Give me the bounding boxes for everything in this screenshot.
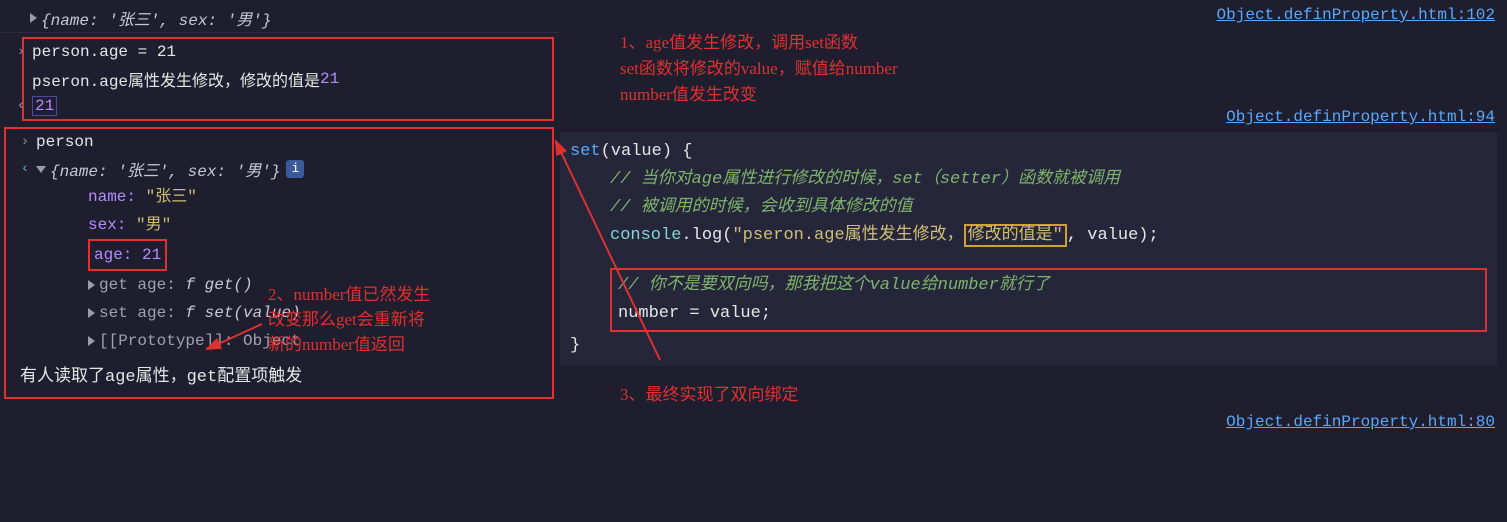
prop-value: "张三" — [146, 188, 197, 206]
prop-key: name: — [88, 188, 136, 206]
annotation-line: 1、age值发生修改，调用set函数 — [620, 30, 1507, 56]
expand-icon[interactable] — [30, 13, 37, 23]
code-call: .log( — [681, 226, 732, 245]
highlight-box-3: // 你不是要双向吗，那我把这个value给number就行了 number =… — [610, 268, 1487, 332]
code-block: set(value) { // 当你对age属性进行修改的时候，set（sett… — [560, 132, 1497, 366]
prop-key: sex: — [88, 216, 126, 234]
annotation-2: 2、number值已然发生 改变那么get会重新将 新的number值返回 — [268, 282, 430, 357]
console-input-text: person.age = 21 — [32, 43, 176, 61]
code-line: set(value) { — [570, 138, 1487, 166]
info-icon[interactable]: i — [286, 160, 304, 178]
input-prompt-icon: › — [10, 44, 32, 60]
console-return-value: 21 — [32, 96, 57, 116]
code-brace-close: } — [570, 332, 1487, 360]
output-prompt-icon: ‹ — [14, 161, 36, 177]
annotation-1: 1、age值发生修改，调用set函数 set函数将修改的value，赋值给num… — [560, 24, 1507, 108]
console-log-value: 21 — [320, 70, 339, 88]
object-summary: {name: '张三', sex: '男'} — [41, 6, 271, 30]
code-comment: // 当你对age属性进行修改的时候，set（setter）函数就被调用 — [570, 166, 1487, 194]
console-log-row: pseron.age属性发生修改，修改的值是 21 — [24, 65, 552, 93]
code-obj: console — [610, 226, 681, 245]
console-return-row: ‹ 21 — [24, 93, 552, 119]
console-input-text-2: person — [36, 133, 94, 151]
object-expanded-row[interactable]: ‹ {name: '张三', sex: '男'} i — [6, 155, 552, 183]
code-string-highlight: 修改的值是" — [964, 224, 1067, 247]
annotation-line: set函数将修改的value，赋值给number — [620, 56, 1507, 82]
source-link[interactable]: Object.definProperty.html:102 — [1217, 6, 1495, 24]
source-link-row: Object.definProperty.html:102 — [560, 0, 1507, 24]
output-prompt-icon: ‹ — [10, 98, 32, 114]
prop-key: age: — [94, 246, 132, 264]
code-comment: // 被调用的时候，会收到具体修改的值 — [570, 194, 1487, 222]
source-link-row: Object.definProperty.html:94 — [560, 108, 1507, 126]
code-keyword: set — [570, 142, 601, 161]
code-string: "pseron.age属性发生修改， — [732, 226, 963, 245]
annotation-line: 改变那么get会重新将 — [268, 307, 430, 332]
console-log-bottom: 有人读取了age属性，get配置项触发 — [6, 355, 552, 393]
console-input-row[interactable]: › person.age = 21 — [24, 39, 552, 65]
object-summary-2: {name: '张三', sex: '男'} — [50, 157, 280, 181]
right-panel: Object.definProperty.html:102 1、age值发生修改… — [560, 0, 1507, 431]
expand-icon[interactable] — [88, 280, 95, 290]
annotation-line: number值发生改变 — [620, 82, 1507, 108]
highlight-age-prop: age: 21 — [88, 239, 167, 271]
code-params: (value) — [601, 142, 683, 161]
code-assign: number = value; — [618, 300, 1479, 328]
code-brace: { — [682, 142, 692, 161]
annotation-line: 2、number值已然发生 — [268, 282, 430, 307]
annotation-3: 3、最终实现了双向绑定 — [560, 372, 1507, 405]
getter-label: get age: — [99, 276, 185, 294]
source-link[interactable]: Object.definProperty.html:80 — [1226, 413, 1495, 431]
prop-value: 21 — [142, 246, 161, 264]
code-line: console.log("pseron.age属性发生修改，修改的值是", va… — [570, 222, 1487, 250]
collapse-icon[interactable] — [36, 166, 46, 173]
source-link[interactable]: Object.definProperty.html:94 — [1226, 108, 1495, 126]
source-link-row: Object.definProperty.html:80 — [560, 405, 1507, 431]
code-comment: // 你不是要双向吗，那我把这个value给number就行了 — [618, 272, 1479, 300]
highlight-box-1: › person.age = 21 pseron.age属性发生修改，修改的值是… — [22, 37, 554, 121]
expand-icon[interactable] — [88, 336, 95, 346]
prop-value: "男" — [136, 216, 171, 234]
expand-icon[interactable] — [88, 308, 95, 318]
highlight-box-2: › person ‹ {name: '张三', sex: '男'} i name… — [4, 127, 554, 399]
console-log-text: pseron.age属性发生修改，修改的值是 — [32, 67, 320, 91]
code-tail: , value); — [1067, 226, 1159, 245]
annotation-line: 新的number值返回 — [268, 332, 430, 357]
input-prompt-icon: › — [14, 134, 36, 150]
console-input-row-2[interactable]: › person — [6, 129, 552, 155]
console-object-collapsed[interactable]: {name: '张三', sex: '男'} — [0, 4, 560, 33]
getter-fn: f get() — [185, 276, 252, 294]
setter-label: set age: — [99, 304, 185, 322]
